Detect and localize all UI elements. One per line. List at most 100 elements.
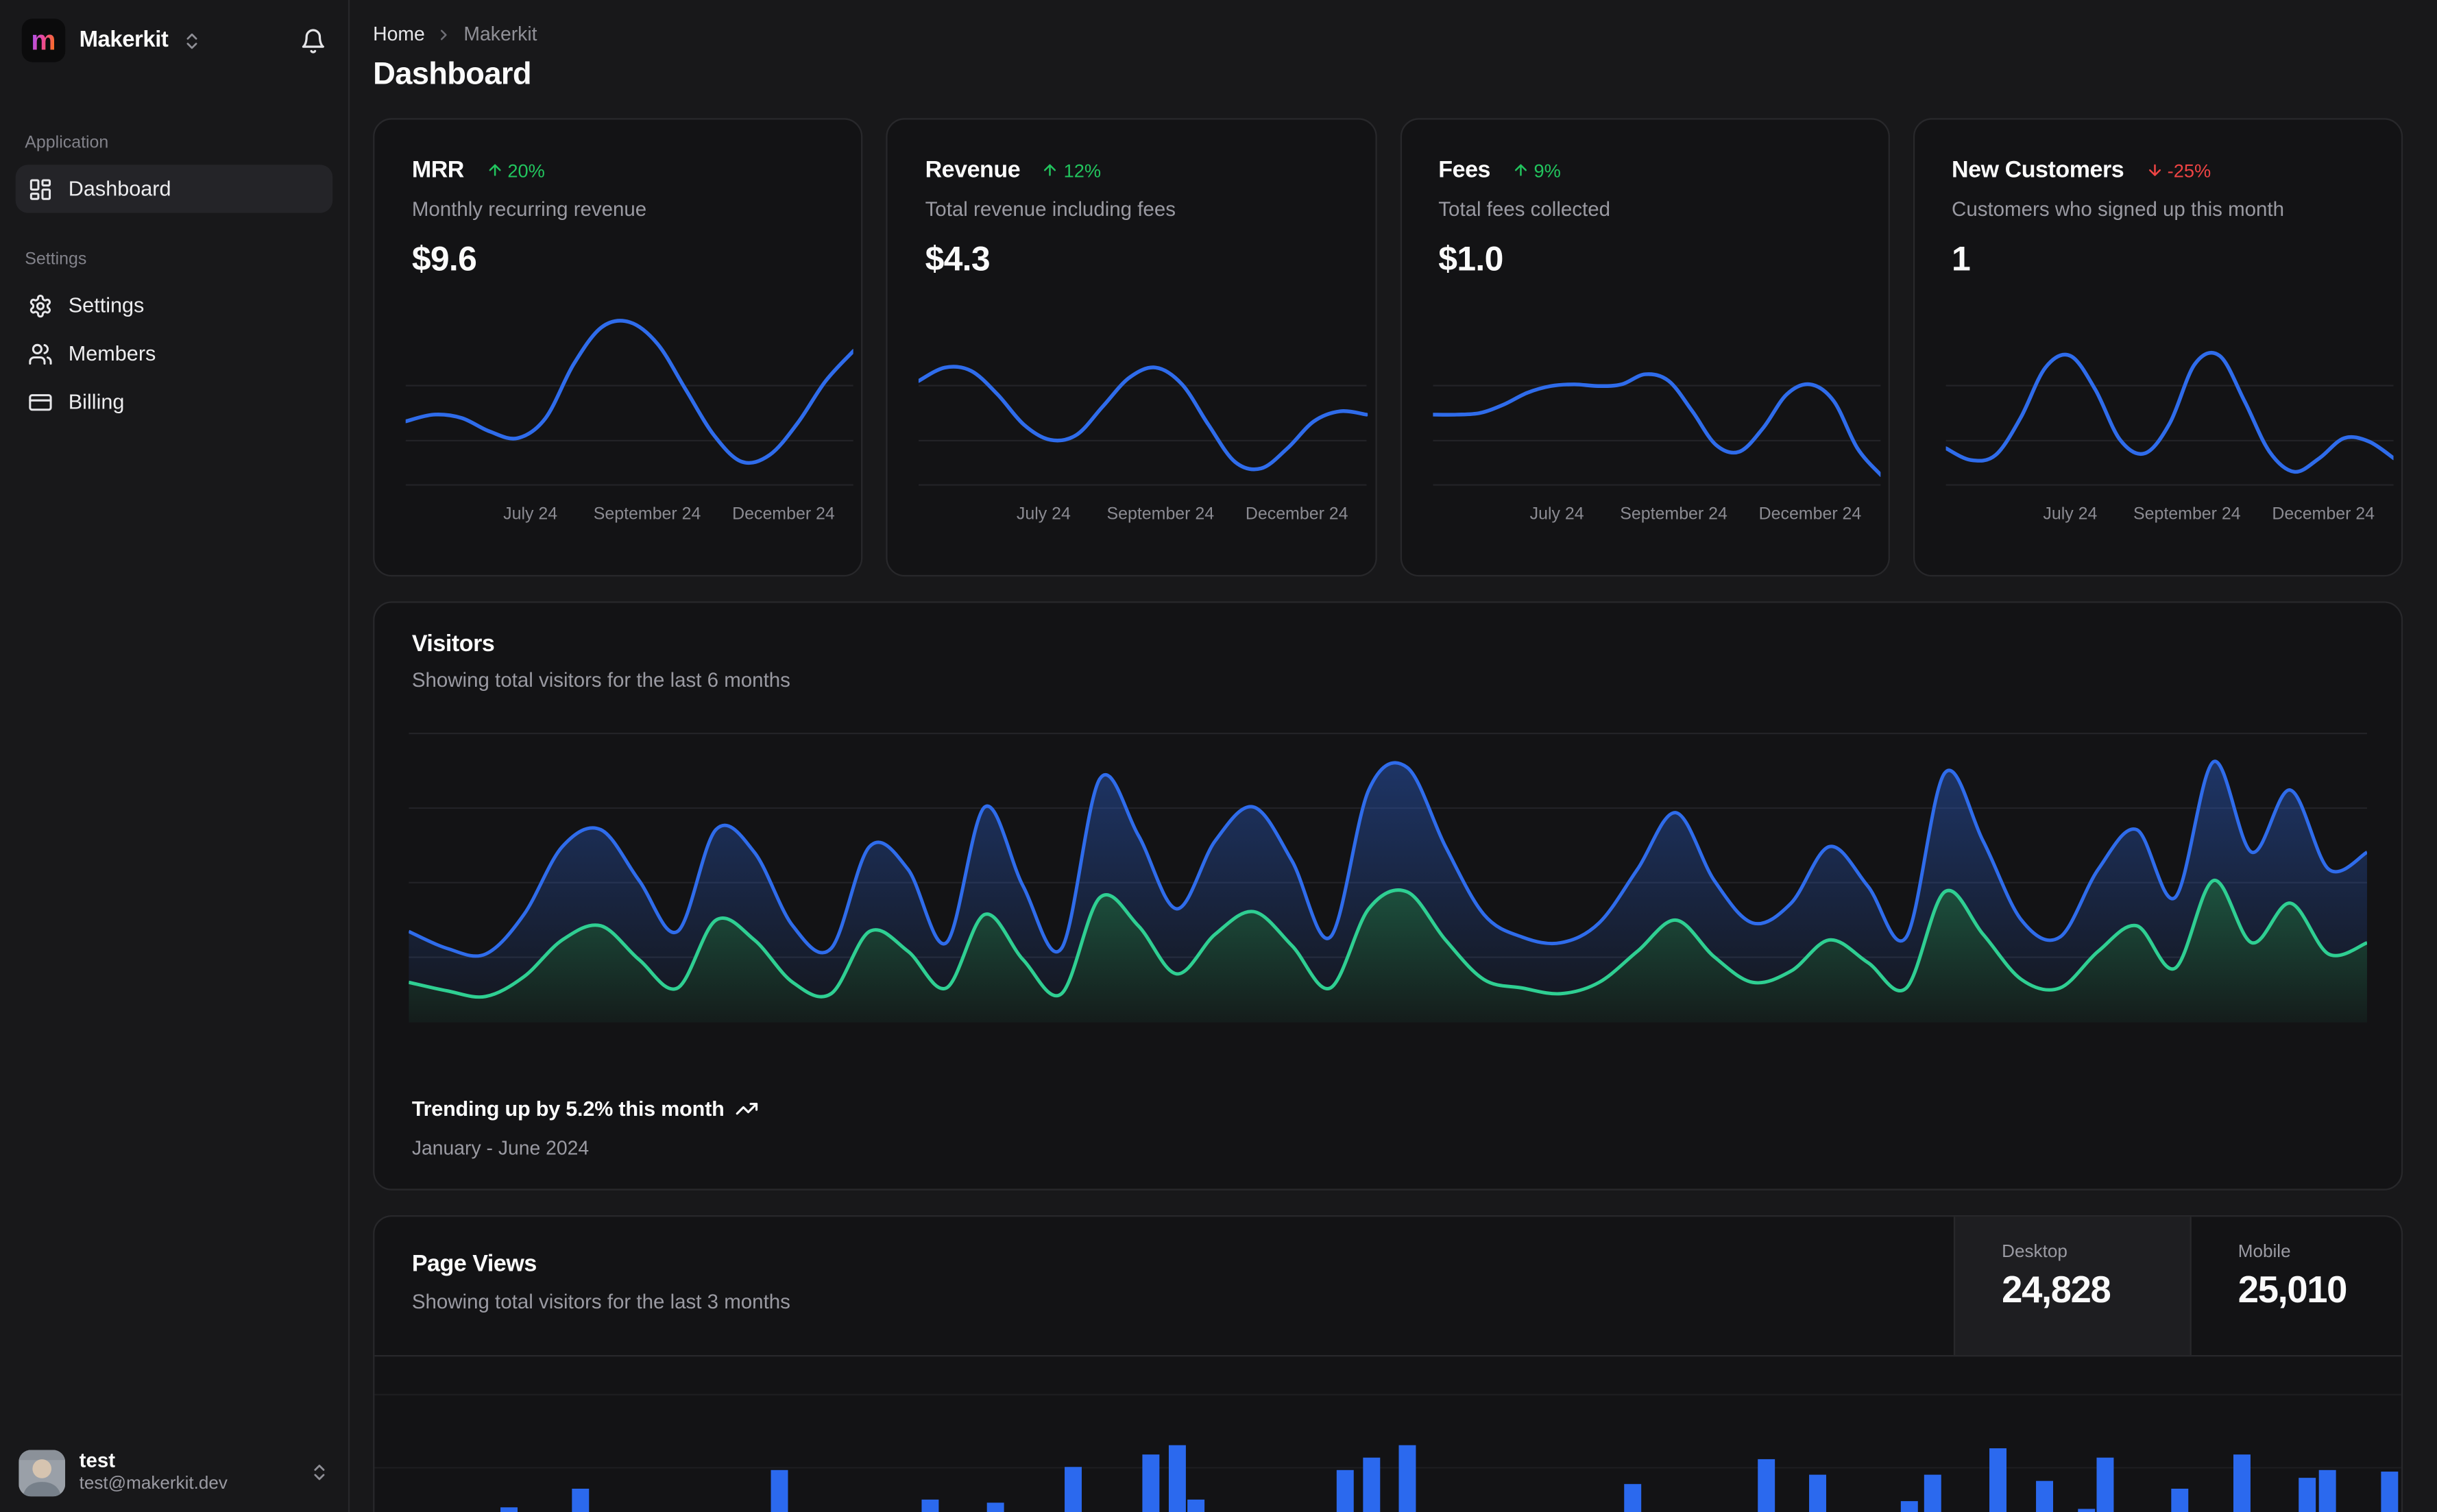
x-axis-labels: July 24 September 24 December 24 <box>2043 504 2375 524</box>
page-views-bar <box>1065 1466 1082 1512</box>
stat-subtitle: Total fees collected <box>1438 197 1611 221</box>
page-views-bar <box>1808 1474 1826 1512</box>
page-views-bar <box>1924 1475 1941 1512</box>
user-menu[interactable]: test test@makerkit.dev <box>0 1433 348 1512</box>
arrow-down-icon <box>2146 162 2163 179</box>
page-views-bar <box>1187 1500 1204 1512</box>
toggle-desktop[interactable]: Desktop 24,828 <box>1953 1217 2190 1356</box>
page-views-bar <box>1398 1444 1416 1512</box>
page-views-header: Page Views Showing total visitors for th… <box>374 1217 2401 1357</box>
page-views-bar <box>987 1502 1005 1512</box>
page-views-bar <box>2078 1508 2096 1512</box>
stat-card-fees: Fees 9% Total fees collected $1.0 July 2… <box>1399 118 1890 577</box>
x-axis-labels: July 24 September 24 December 24 <box>1529 504 1862 524</box>
sidebar-item-label: Members <box>68 341 156 365</box>
visitors-area-chart <box>409 727 2367 1023</box>
page-views-bar <box>2037 1481 2054 1512</box>
sidebar-item-billing[interactable]: Billing <box>16 378 333 426</box>
delta-badge: 20% <box>486 159 545 181</box>
gear-icon <box>28 293 53 317</box>
stat-value: $4.3 <box>925 239 991 278</box>
x-axis-labels: July 24 September 24 December 24 <box>1016 504 1348 524</box>
user-email: test@makerkit.dev <box>79 1474 228 1493</box>
page-views-bar <box>2232 1454 2250 1512</box>
breadcrumb-home-link[interactable]: Home <box>373 23 425 45</box>
sidebar-item-dashboard[interactable]: Dashboard <box>15 164 333 213</box>
page-views-bar <box>1901 1501 1919 1512</box>
stat-title: Revenue <box>925 156 1021 184</box>
page-views-bar <box>2097 1456 2115 1512</box>
breadcrumb: Home Makerkit <box>373 23 2403 45</box>
stat-value: $9.6 <box>411 239 477 278</box>
arrow-up-icon <box>486 162 503 179</box>
x-axis-labels: July 24 September 24 December 24 <box>503 504 835 524</box>
credit-card-icon <box>28 389 53 414</box>
toggle-mobile[interactable]: Mobile 25,010 <box>2190 1217 2401 1356</box>
page-views-bar <box>499 1507 517 1512</box>
users-icon <box>28 341 53 366</box>
breadcrumb-current: Makerkit <box>463 23 537 45</box>
workspace-selector[interactable]: m Makerkit <box>0 0 348 81</box>
page-views-bar-chart <box>374 1356 2401 1512</box>
fees-sparkline-chart <box>1432 306 1880 490</box>
stat-title: Fees <box>1438 156 1491 184</box>
stat-title: New Customers <box>1952 156 2124 184</box>
stat-title: MRR <box>411 156 465 184</box>
page-views-bar <box>2319 1470 2337 1512</box>
visitors-card: Visitors Showing total visitors for the … <box>373 601 2403 1191</box>
user-info: test test@makerkit.dev <box>80 1449 228 1496</box>
page-views-card: Page Views Showing total visitors for th… <box>373 1215 2403 1512</box>
main-content: Home Makerkit Dashboard MRR 20% Monthly … <box>350 0 2437 1512</box>
layout-dashboard-icon <box>28 176 53 201</box>
page-views-title: Page Views <box>411 1251 537 1278</box>
nav-section-settings: Settings <box>25 250 87 269</box>
stat-card-revenue: Revenue 12% Total revenue including fees… <box>886 118 1377 577</box>
stat-card-mrr: MRR 20% Monthly recurring revenue $9.6 J… <box>373 118 863 577</box>
chevrons-up-down-icon <box>182 30 202 50</box>
page-views-bar <box>1168 1444 1186 1512</box>
chevron-right-icon <box>436 25 453 42</box>
page-views-bar <box>921 1500 939 1512</box>
arrow-up-icon <box>1042 162 1059 179</box>
page-title: Dashboard <box>373 57 531 92</box>
page-views-bar <box>2299 1477 2316 1512</box>
delta-badge: 12% <box>1042 159 1101 181</box>
sidebar-nav: Application Dashboard Settings Settings … <box>0 81 348 426</box>
trending-up-icon <box>735 1097 758 1121</box>
page-views-series-toggle: Desktop 24,828 Mobile 25,010 <box>1953 1217 2401 1356</box>
app-window: m Makerkit Application Dashboard Setting… <box>0 0 2437 1512</box>
workspace-name: Makerkit <box>79 27 169 53</box>
sidebar-item-label: Dashboard <box>68 177 171 201</box>
visitors-title: Visitors <box>411 631 495 658</box>
page-views-bar <box>1624 1483 1642 1512</box>
delta-badge: -25% <box>2146 159 2211 181</box>
page-views-bar <box>1362 1457 1380 1512</box>
delta-badge: 9% <box>1512 159 1561 181</box>
stat-card-new-customers: New Customers -25% Customers who signed … <box>1913 118 2403 577</box>
page-views-bar <box>1989 1448 2007 1512</box>
new-customers-sparkline-chart <box>1945 306 2394 490</box>
stat-value: $1.0 <box>1438 239 1503 278</box>
makerkit-logo: m <box>21 19 66 62</box>
sidebar: m Makerkit Application Dashboard Setting… <box>0 0 350 1512</box>
visitors-trend: Trending up by 5.2% this month <box>412 1097 759 1121</box>
page-views-bar <box>2381 1471 2399 1512</box>
page-views-bar <box>1335 1470 1353 1512</box>
avatar <box>19 1449 66 1496</box>
sidebar-item-members[interactable]: Members <box>16 330 333 378</box>
stat-cards-row: MRR 20% Monthly recurring revenue $9.6 J… <box>373 118 2403 577</box>
desktop-total: 24,828 <box>2002 1269 2111 1312</box>
user-name: test <box>79 1449 116 1473</box>
nav-section-application: Application <box>25 133 109 153</box>
page-views-bar <box>1141 1454 1159 1512</box>
stat-subtitle: Monthly recurring revenue <box>411 197 647 221</box>
stat-value: 1 <box>1952 239 1971 278</box>
sidebar-item-settings[interactable]: Settings <box>16 281 333 329</box>
notifications-bell-icon[interactable] <box>300 27 327 54</box>
stat-subtitle: Total revenue including fees <box>925 197 1176 221</box>
page-views-bar <box>1758 1459 1775 1512</box>
sidebar-item-label: Settings <box>68 293 145 317</box>
stat-subtitle: Customers who signed up this month <box>1952 197 2284 221</box>
page-views-bar <box>2170 1489 2188 1512</box>
page-views-bar <box>771 1470 788 1512</box>
